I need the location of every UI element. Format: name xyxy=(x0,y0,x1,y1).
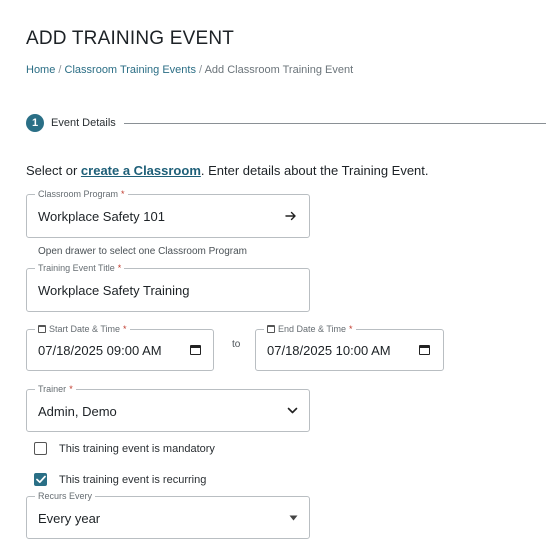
chevron-down-icon[interactable] xyxy=(287,406,298,415)
breadcrumb-home-link[interactable]: Home xyxy=(26,64,55,76)
event-title-field[interactable]: Training Event Title * Workplace Safety … xyxy=(26,262,310,312)
breadcrumb-separator: / xyxy=(58,64,62,76)
required-marker: * xyxy=(69,384,73,394)
recurring-option[interactable]: This training event is recurring xyxy=(34,473,206,486)
create-classroom-link[interactable]: create a Classroom xyxy=(81,163,201,178)
start-datetime-label: Start Date & Time * xyxy=(35,323,130,335)
breadcrumb-classroom-events-link[interactable]: Classroom Training Events xyxy=(65,64,196,76)
field-label-text: Training Event Title xyxy=(38,263,115,273)
end-datetime-label: End Date & Time * xyxy=(264,323,356,335)
arrow-right-icon[interactable] xyxy=(285,210,297,222)
start-datetime-field[interactable]: Start Date & Time * 07/18/2025 09:00 AM xyxy=(26,323,214,371)
stepper: 1 Event Details xyxy=(26,113,546,133)
field-label-text: Start Date & Time xyxy=(49,324,121,334)
field-label-text: Classroom Program xyxy=(38,189,119,199)
event-title-label: Training Event Title * xyxy=(35,262,125,274)
calendar-icon xyxy=(267,325,275,333)
recurs-every-select[interactable]: Recurs Every Every year xyxy=(26,490,310,539)
breadcrumb: Home / Classroom Training Events / Add C… xyxy=(26,64,353,76)
field-label-text: Recurs Every xyxy=(38,491,93,501)
page-title: ADD TRAINING EVENT xyxy=(26,28,235,49)
calendar-icon xyxy=(38,325,46,333)
recurring-label: This training event is recurring xyxy=(59,473,207,486)
date-range-separator: to xyxy=(232,339,241,350)
recurs-every-value: Every year xyxy=(38,511,101,526)
field-label-text: End Date & Time xyxy=(278,324,347,334)
mandatory-checkbox[interactable] xyxy=(34,442,47,455)
required-marker: * xyxy=(117,263,122,273)
end-datetime-input[interactable]: 07/18/2025 10:00 AM xyxy=(267,343,391,358)
start-datetime-input[interactable]: 07/18/2025 09:00 AM xyxy=(38,343,162,358)
trainer-label: Trainer * xyxy=(35,383,76,395)
intro-suffix: . Enter details about the Training Event… xyxy=(200,163,429,178)
breadcrumb-separator: / xyxy=(199,64,203,76)
recurs-every-label: Recurs Every xyxy=(35,490,96,502)
calendar-picker-icon[interactable] xyxy=(190,345,201,355)
event-title-input[interactable]: Workplace Safety Training xyxy=(38,283,190,298)
end-datetime-field[interactable]: End Date & Time * 07/18/2025 10:00 AM xyxy=(255,323,444,371)
step-divider xyxy=(123,122,546,124)
breadcrumb-current: Add Classroom Training Event xyxy=(204,64,354,76)
field-label-text: Trainer xyxy=(38,384,67,394)
trainer-select[interactable]: Trainer * Admin, Demo xyxy=(26,383,310,432)
classroom-program-helper: Open drawer to select one Classroom Prog… xyxy=(38,246,247,257)
mandatory-option[interactable]: This training event is mandatory xyxy=(34,442,215,455)
intro-text: Select or create a Classroom. Enter deta… xyxy=(26,163,429,178)
step-number-badge: 1 xyxy=(26,114,44,132)
classroom-program-value: Workplace Safety 101 xyxy=(38,209,165,224)
intro-prefix: Select or xyxy=(26,163,81,178)
mandatory-label: This training event is mandatory xyxy=(59,442,215,455)
required-marker: * xyxy=(123,324,127,334)
required-marker: * xyxy=(349,324,353,334)
required-marker: * xyxy=(121,189,125,199)
classroom-program-label: Classroom Program * xyxy=(35,188,128,200)
checkmark-icon xyxy=(35,475,46,484)
calendar-picker-icon[interactable] xyxy=(419,345,430,355)
dropdown-caret-icon[interactable] xyxy=(289,515,298,521)
step-label: Event Details xyxy=(51,117,116,129)
recurring-checkbox[interactable] xyxy=(34,473,47,486)
classroom-program-field[interactable]: Classroom Program * Workplace Safety 101 xyxy=(26,188,310,238)
trainer-value: Admin, Demo xyxy=(38,404,117,419)
